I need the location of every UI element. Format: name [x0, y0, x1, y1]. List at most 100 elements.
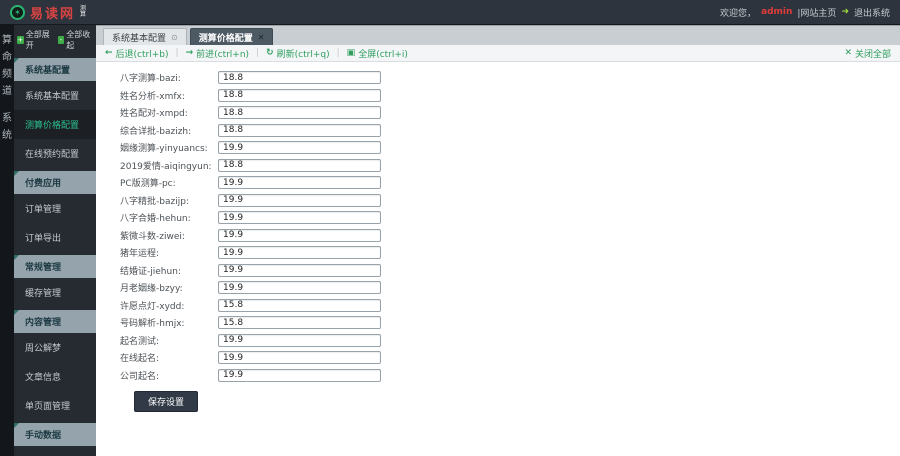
minus-icon: - [57, 36, 65, 44]
sidebar-item[interactable]: 周公解梦 [14, 333, 96, 362]
toolbar-separator: | [175, 48, 179, 58]
price-input[interactable] [218, 88, 381, 102]
sidebar-nav: + 全部展开 - 全部收起 系统基配置 系统基本配置 测算价格配置 在线预约配置付费应… [14, 25, 96, 456]
logo-subtitle: 测 算 [80, 5, 87, 18]
logout-arrow-icon: ➜ [841, 7, 849, 17]
close-icon: ✕ [844, 48, 852, 58]
price-label: 2019爱情-aiqingyun: [120, 161, 212, 172]
form-row: 公司起名: [120, 367, 900, 385]
sidebar-item[interactable]: 在线预约配置 [14, 139, 96, 168]
form-row: 八字合婚-hehun: [120, 209, 900, 227]
price-config-form: 八字测算-bazi: 姓名分析-xmfx: 姓名配对-xmpd: 综合详批-baziz… [96, 62, 900, 456]
toolbar-separator: | [256, 48, 260, 58]
price-input[interactable] [218, 71, 381, 85]
sidebar-item[interactable]: 测算价格配置 [14, 110, 96, 139]
forward-label: 前进(ctrl+n) [196, 49, 250, 60]
price-label: 公司起名: [120, 371, 160, 382]
tab-label: 系统基本配置 [112, 33, 167, 44]
logout-link[interactable]: 退出系统 [854, 6, 890, 19]
sidebar-controls: + 全部展开 - 全部收起 [14, 25, 96, 55]
tab-bar: 系统基本配置 ⊙ 测算价格配置 ✕ [96, 25, 900, 45]
sidebar-section-header[interactable]: 付费应用 [14, 171, 96, 194]
price-input[interactable] [218, 228, 381, 242]
tab-label: 测算价格配置 [198, 33, 253, 44]
price-label: 紫微斗数-ziwei: [120, 231, 185, 242]
tab-close-icon[interactable]: ⊙ [171, 33, 178, 42]
forward-button[interactable]: → 前进(ctrl+n) [186, 47, 250, 60]
form-row: 2019爱情-aiqingyun: [120, 157, 900, 175]
price-label: PC版测算-pc: [120, 179, 176, 190]
price-label: 月老姻缘-bzyy: [120, 284, 183, 295]
price-input[interactable] [218, 316, 381, 330]
sidebar-item[interactable]: 单页面管理 [14, 391, 96, 420]
sidebar-item[interactable]: 订单管理 [14, 194, 96, 223]
fullscreen-icon: ▣ [346, 48, 356, 58]
form-row: 八字测算-bazi: [120, 69, 900, 87]
price-input[interactable] [218, 351, 381, 365]
price-label: 姓名配对-xmpd: [120, 109, 188, 120]
sidebar-section-header[interactable]: 手动数据 [14, 423, 96, 446]
form-row: 许愿点灯-xydd: [120, 297, 900, 315]
logo-title: 易读网 [30, 6, 76, 22]
form-row: 在线起名: [120, 349, 900, 367]
form-row: PC版测算-pc: [120, 174, 900, 192]
price-input[interactable] [218, 193, 381, 207]
price-label: 猪年运程: [120, 249, 160, 260]
sidebar-item[interactable]: 缓存管理 [14, 278, 96, 307]
price-input[interactable] [218, 298, 381, 312]
price-input[interactable] [218, 333, 381, 347]
price-input[interactable] [218, 106, 381, 120]
price-label: 结婚证-jiehun: [120, 266, 181, 277]
close-all-label: 关闭全部 [854, 49, 891, 60]
price-input[interactable] [218, 158, 381, 172]
price-label: 起名测试: [120, 336, 160, 347]
price-input[interactable] [218, 211, 381, 225]
price-input[interactable] [218, 246, 381, 260]
save-settings-button[interactable]: 保存设置 [134, 391, 199, 412]
tab-inactive[interactable]: 系统基本配置 ⊙ [103, 28, 187, 45]
app-logo: ✶ 易读网 测 算 [10, 3, 86, 22]
tab-close-icon[interactable]: ✕ [258, 33, 265, 42]
module-rail: 算命频道系统 [0, 25, 14, 456]
form-row: 姓名配对-xmpd: [120, 104, 900, 122]
tab-active[interactable]: 测算价格配置 ✕ [189, 28, 274, 45]
back-button[interactable]: ← 后退(ctrl+b) [105, 47, 169, 60]
rail-group-0[interactable]: 算命频道 [2, 31, 12, 97]
form-row: 综合详批-bazizh: [120, 122, 900, 140]
sidebar-section-header[interactable]: 系统基配置 [14, 58, 96, 81]
price-label: 许愿点灯-xydd: [120, 301, 185, 312]
price-label: 在线起名: [120, 354, 160, 365]
collapse-all-button[interactable]: - 全部收起 [57, 29, 94, 51]
rail-group-1[interactable]: 系统 [2, 109, 12, 141]
top-bar: ✶ 易读网 测 算 欢迎您， admin |网站主页 ➜ 退出系统 [0, 0, 900, 25]
price-label: 八字测算-bazi: [120, 74, 181, 85]
back-arrow-icon: ← [105, 48, 113, 58]
username: admin [761, 7, 793, 17]
form-row: 结婚证-jiehun: [120, 262, 900, 280]
sidebar-item[interactable]: 手动数据 [14, 446, 96, 456]
fullscreen-button[interactable]: ▣ 全屏(ctrl+i) [347, 47, 408, 60]
toolbar: ← 后退(ctrl+b) | → 前进(ctrl+n) | ↻ 刷新(ctrl+… [96, 45, 900, 62]
price-input[interactable] [218, 141, 381, 155]
price-input[interactable] [218, 368, 381, 382]
sidebar-item[interactable]: 系统基本配置 [14, 81, 96, 110]
form-row: 紫微斗数-ziwei: [120, 227, 900, 245]
form-row: 猪年运程: [120, 244, 900, 262]
sidebar-item[interactable]: 订单导出 [14, 223, 96, 252]
sidebar-section-header[interactable]: 内容管理 [14, 310, 96, 333]
price-input[interactable] [218, 263, 381, 277]
close-all-button[interactable]: ✕ 关闭全部 [844, 47, 891, 60]
toolbar-separator: | [336, 48, 340, 58]
expand-all-button[interactable]: + 全部展开 [17, 29, 53, 51]
form-row: 号码解析-hmjx: [120, 314, 900, 332]
price-input[interactable] [218, 281, 381, 295]
logo-ring-icon: ✶ [10, 4, 25, 20]
price-input[interactable] [218, 123, 381, 137]
price-label: 八字合婚-hehun: [120, 214, 191, 225]
price-input[interactable] [218, 176, 381, 190]
form-row: 月老姻缘-bzyy: [120, 279, 900, 297]
site-home-link[interactable]: |网站主页 [797, 6, 836, 19]
sidebar-item[interactable]: 文章信息 [14, 362, 96, 391]
refresh-button[interactable]: ↻ 刷新(ctrl+q) [266, 47, 330, 60]
sidebar-section-header[interactable]: 常规管理 [14, 255, 96, 278]
